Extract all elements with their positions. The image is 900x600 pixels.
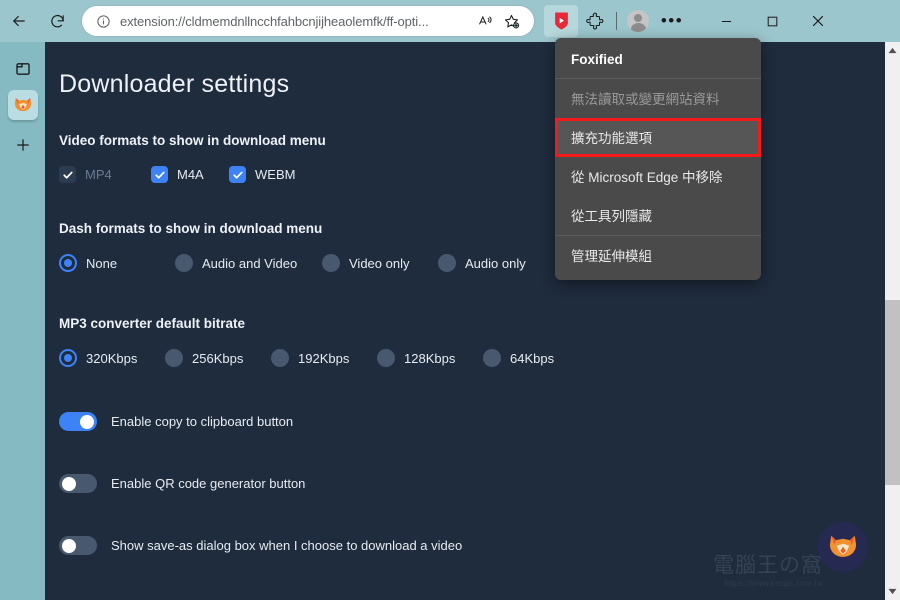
- radio-bitrate-256-circle[interactable]: [165, 349, 183, 367]
- toolbar-divider: [616, 12, 617, 30]
- toggle-qr-generator-label: Enable QR code generator button: [111, 476, 306, 491]
- toggle-copy-clipboard-switch[interactable]: [59, 412, 97, 431]
- toggle-save-as-dialog[interactable]: Show save-as dialog box when I choose to…: [59, 536, 885, 555]
- watermark-url: https://www.kocpc.com.tw: [724, 579, 823, 588]
- browser-window: extension://cldmemdnllncchfahbcnjijheaol…: [0, 0, 900, 600]
- page-title: Downloader settings: [59, 70, 290, 98]
- toggle-save-as-dialog-label: Show save-as dialog box when I choose to…: [111, 538, 463, 553]
- extensions-puzzle-icon[interactable]: [578, 5, 612, 37]
- radio-bitrate-320-label: 320Kbps: [86, 350, 138, 366]
- checkbox-mp4-label: MP4: [85, 167, 112, 182]
- window-controls: [703, 5, 841, 37]
- radio-bitrate-128[interactable]: 128Kbps: [377, 349, 483, 367]
- radio-bitrate-256-label: 256Kbps: [192, 350, 244, 366]
- checkbox-mp4[interactable]: MP4: [59, 166, 151, 183]
- radio-dash-audio-video[interactable]: Audio and Video: [175, 254, 322, 272]
- radio-bitrate-128-circle[interactable]: [377, 349, 395, 367]
- scroll-up-arrow-icon[interactable]: [885, 42, 900, 59]
- radio-bitrate-64[interactable]: 64Kbps: [483, 349, 554, 367]
- maximize-button[interactable]: [749, 5, 795, 37]
- radio-dash-none-circle[interactable]: [59, 254, 77, 272]
- browser-toolbar: extension://cldmemdnllncchfahbcnjijheaol…: [0, 0, 900, 42]
- menu-title: Foxified: [571, 52, 623, 67]
- mp3-bitrate-label: MP3 converter default bitrate: [59, 316, 246, 331]
- checkbox-webm[interactable]: WEBM: [229, 166, 295, 183]
- scrollbar-thumb[interactable]: [885, 300, 900, 485]
- radio-dash-none-label: None: [86, 255, 118, 271]
- watermark-title: 電腦王の窩: [713, 554, 823, 577]
- menu-item-extension-options[interactable]: 擴充功能選項: [555, 118, 761, 157]
- radio-bitrate-128-label: 128Kbps: [404, 350, 456, 366]
- tab-actions-icon[interactable]: [8, 54, 38, 84]
- radio-dash-audio-video-circle[interactable]: [175, 254, 193, 272]
- toolbar-actions: •••: [544, 5, 689, 37]
- radio-bitrate-192-label: 192Kbps: [298, 350, 350, 366]
- info-circle-icon[interactable]: [92, 10, 114, 32]
- toggle-copy-clipboard[interactable]: Enable copy to clipboard button: [59, 412, 885, 431]
- radio-bitrate-320-circle[interactable]: [59, 349, 77, 367]
- back-button[interactable]: [0, 5, 38, 37]
- dash-formats-label: Dash formats to show in download menu: [59, 221, 323, 236]
- ellipsis-icon[interactable]: •••: [661, 12, 683, 29]
- url-text[interactable]: extension://cldmemdnllncchfahbcnjijheaol…: [114, 14, 472, 29]
- read-aloud-icon[interactable]: [472, 8, 498, 34]
- radio-bitrate-256[interactable]: 256Kbps: [165, 349, 271, 367]
- scroll-down-arrow-icon[interactable]: [885, 583, 900, 600]
- foxified-extension-icon[interactable]: [544, 5, 578, 37]
- video-formats-group: MP4 M4A WEBM: [59, 166, 885, 183]
- menu-item-hide-from-toolbar[interactable]: 從工具列隱藏: [555, 196, 761, 235]
- new-tab-icon[interactable]: [8, 130, 38, 160]
- radio-dash-none[interactable]: None: [59, 254, 175, 272]
- avatar[interactable]: [627, 10, 649, 32]
- mp3-bitrate-group: 320Kbps 256Kbps 192Kbps 128Kbps 64Kbps: [59, 349, 885, 367]
- minimize-button[interactable]: [703, 5, 749, 37]
- radio-dash-video-only-label: Video only: [349, 255, 410, 271]
- menu-item-site-access: 無法讀取或變更網站資料: [571, 92, 720, 107]
- checkbox-m4a-box[interactable]: [151, 166, 168, 183]
- checkbox-m4a[interactable]: M4A: [151, 166, 229, 183]
- page-scrollbar[interactable]: [885, 42, 900, 600]
- radio-dash-audio-only-circle[interactable]: [438, 254, 456, 272]
- toggle-qr-generator-switch[interactable]: [59, 474, 97, 493]
- profile-button[interactable]: [621, 5, 655, 37]
- settings-more-button[interactable]: •••: [655, 5, 689, 37]
- dash-formats-group: None Audio and Video Video only Audio on…: [59, 254, 885, 272]
- menu-item-manage-extensions[interactable]: 管理延伸模組: [555, 236, 761, 275]
- checkbox-m4a-label: M4A: [177, 167, 204, 182]
- radio-bitrate-320[interactable]: 320Kbps: [59, 349, 165, 367]
- toggle-copy-clipboard-label: Enable copy to clipboard button: [111, 414, 294, 429]
- radio-bitrate-64-circle[interactable]: [483, 349, 501, 367]
- video-formats-label: Video formats to show in download menu: [59, 133, 326, 148]
- radio-bitrate-64-label: 64Kbps: [510, 350, 555, 366]
- checkbox-webm-label: WEBM: [255, 167, 296, 182]
- radio-dash-video-only-circle[interactable]: [322, 254, 340, 272]
- radio-dash-audio-video-label: Audio and Video: [202, 255, 298, 271]
- site-watermark: 電腦王の窩 https://www.kocpc.com.tw: [683, 555, 823, 588]
- radio-dash-video-only[interactable]: Video only: [322, 254, 438, 272]
- foxified-floating-button[interactable]: [818, 522, 868, 572]
- radio-bitrate-192[interactable]: 192Kbps: [271, 349, 377, 367]
- radio-dash-audio-only[interactable]: Audio only: [438, 254, 526, 272]
- foxified-tab-icon[interactable]: [7, 90, 38, 120]
- radio-dash-audio-only-label: Audio only: [465, 255, 526, 271]
- address-bar[interactable]: extension://cldmemdnllncchfahbcnjijheaol…: [82, 6, 534, 36]
- toggle-qr-generator[interactable]: Enable QR code generator button: [59, 474, 885, 493]
- add-favorite-icon[interactable]: [498, 8, 524, 34]
- extension-context-menu: Foxified 無法讀取或變更網站資料 擴充功能選項 從 Microsoft …: [555, 38, 761, 280]
- close-button[interactable]: [795, 5, 841, 37]
- radio-bitrate-192-circle[interactable]: [271, 349, 289, 367]
- checkbox-mp4-box[interactable]: [59, 166, 76, 183]
- vertical-tab-sidebar: [0, 42, 45, 600]
- checkbox-webm-box[interactable]: [229, 166, 246, 183]
- toggle-save-as-dialog-switch[interactable]: [59, 536, 97, 555]
- menu-item-remove-from-edge[interactable]: 從 Microsoft Edge 中移除: [555, 157, 761, 196]
- reload-button[interactable]: [38, 5, 76, 37]
